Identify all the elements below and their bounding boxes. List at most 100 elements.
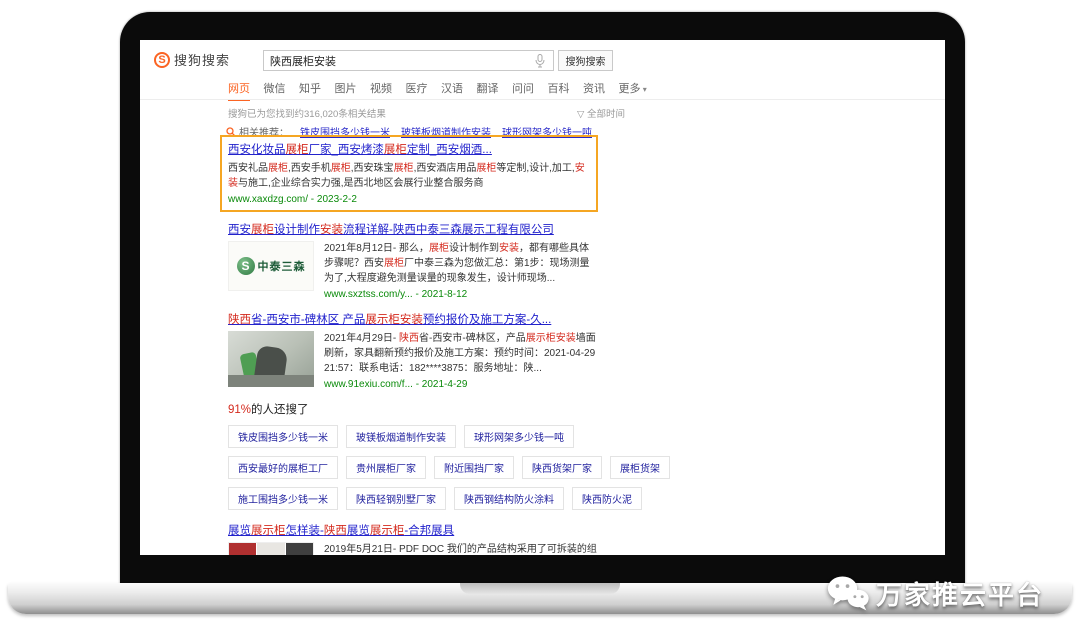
result-body: 西安礼品展柜,西安手机展柜,西安珠宝展柜,西安酒店用品展柜等定制,设计,加工,安… [228, 161, 590, 205]
related-search-chip[interactable]: 施工围挡多少钱一米 [228, 487, 338, 510]
chevron-down-icon: ▾ [641, 85, 647, 94]
result-thumbnail-photo[interactable] [228, 331, 314, 387]
tab-translate[interactable]: 翻译 [477, 80, 499, 96]
search-input[interactable] [264, 55, 535, 67]
related-search-chip[interactable]: 铁皮围挡多少钱一米 [228, 425, 338, 448]
result-body: S中泰三森2021年8月12日- 那么，展柜设计制作到安装，都有哪些具体步骤呢？… [228, 241, 598, 300]
text-segment: 设计制作到 [449, 243, 499, 254]
sogou-search-page: S 搜狗搜索 搜狗搜索 网页微信知乎图片视频医疗汉语翻译问问百科资讯更多 ▾ [140, 40, 945, 555]
tab-webpage[interactable]: 网页 [228, 80, 250, 96]
related-search-chip[interactable]: 球形网架多少钱一吨 [464, 425, 574, 448]
keyword-highlight: 展柜 [384, 144, 407, 156]
tab-medical[interactable]: 医疗 [406, 80, 428, 96]
text-segment: 省-西安市-碑林区 产品 [251, 314, 365, 326]
result-url[interactable]: www.xaxdzg.com/ - 2023-2-2 [228, 194, 590, 205]
result-thumbnail-logo[interactable]: S中泰三森 [228, 241, 314, 291]
time-filter-label: 全部时间 [587, 109, 625, 120]
text-segment: 流程详解-陕西中泰三森展示工程有限公司 [343, 224, 554, 236]
related-search-chip[interactable]: 玻镁板烟道制作安装 [346, 425, 456, 448]
keyword-highlight: 展示柜安装 [526, 333, 576, 344]
company-logo-icon: S [237, 257, 255, 275]
result-text: 2019年5月21日- PDF DOC 我们的产品结构采用了可拆装的组合方式，同… [324, 542, 598, 555]
tab-zhihu[interactable]: 知乎 [299, 80, 321, 96]
results-top: 西安化妆品展柜厂家_西安烤漆展柜定制_西安烟酒...西安礼品展柜,西安手机展柜,… [220, 135, 598, 390]
result-count: 搜狗已为您找到约316,020条相关结果 [228, 106, 386, 120]
nav-tabs: 网页微信知乎图片视频医疗汉语翻译问问百科资讯更多 ▾ [228, 80, 647, 96]
result-description: 2021年8月12日- 那么，展柜设计制作到安装，都有哪些具体步骤呢？西安展柜厂… [324, 241, 598, 286]
related-search-chip[interactable]: 陕西货架厂家 [522, 456, 602, 479]
photo-shape [228, 375, 314, 387]
result-text: 2021年4月29日- 陕西省-西安市-碑林区，产品展示柜安装墙面刷新，家具翻新… [324, 331, 598, 390]
text-segment: 西安 [228, 224, 251, 236]
text-segment: -合邦展具 [404, 525, 454, 537]
result-url[interactable]: www.sxztss.com/y... - 2021-8-12 [324, 289, 598, 300]
related-search-chip[interactable]: 贵州展柜厂家 [346, 456, 426, 479]
search-header: S 搜狗搜索 [154, 50, 230, 69]
related-search-chip[interactable]: 附近围挡厂家 [434, 456, 514, 479]
result-thumb-wrap [228, 542, 314, 555]
tab-weixin[interactable]: 微信 [264, 80, 286, 96]
text-segment: 省-西安市-碑林区，产品 [419, 333, 526, 344]
text-segment: 2019年5月21日- PDF DOC 我们的产品结构采用了可拆装的组合方式，同… [324, 544, 597, 555]
result-title-link[interactable]: 展览展示柜怎样装-陕西展览展示柜-合邦展具 [228, 522, 598, 538]
sogou-logo[interactable]: S 搜狗搜索 [154, 50, 230, 69]
time-filter[interactable]: ▽ 全部时间 [577, 106, 625, 120]
nav-divider [140, 99, 945, 100]
keyword-highlight: 展示柜 [370, 525, 405, 537]
result-text: 2021年8月12日- 那么，展柜设计制作到安装，都有哪些具体步骤呢？西安展柜厂… [324, 241, 598, 300]
result-body: 2021年4月29日- 陕西省-西安市-碑林区，产品展示柜安装墙面刷新，家具翻新… [228, 331, 598, 390]
keyword-highlight: 展柜 [394, 163, 414, 174]
tab-images[interactable]: 图片 [335, 80, 357, 96]
text-segment: 展览 [347, 525, 370, 537]
text-segment: ,西安手机 [288, 163, 331, 174]
text-segment: 等定制,设计,加工, [496, 163, 574, 174]
laptop-screen-bezel: S 搜狗搜索 搜狗搜索 网页微信知乎图片视频医疗汉语翻译问问百科资讯更多 ▾ [120, 12, 965, 585]
keyword-highlight: 展柜 [331, 163, 351, 174]
tab-more[interactable]: 更多 ▾ [619, 80, 647, 96]
chip-row-0: 铁皮围挡多少钱一米玻镁板烟道制作安装球形网架多少钱一吨 [228, 425, 598, 448]
result-title-link[interactable]: 西安化妆品展柜厂家_西安烤漆展柜定制_西安烟酒... [228, 141, 590, 157]
keyword-highlight: 展示柜安装 [365, 314, 423, 326]
text-segment: 展览 [228, 525, 251, 537]
collage-tile [286, 543, 313, 555]
related-search-chip[interactable]: 陕西防火泥 [572, 487, 642, 510]
also-searched-chips: 铁皮围挡多少钱一米玻镁板烟道制作安装球形网架多少钱一吨西安最好的展柜工厂贵州展柜… [228, 425, 598, 510]
collage-tile [257, 543, 284, 555]
result-thumb-wrap [228, 331, 314, 390]
keyword-highlight: 展柜 [476, 163, 496, 174]
result-title-link[interactable]: 西安展柜设计制作安装流程详解-陕西中泰三森展示工程有限公司 [228, 221, 598, 237]
search-box [263, 50, 554, 71]
tab-video[interactable]: 视频 [370, 80, 392, 96]
text-segment: 设计制作 [274, 224, 320, 236]
result-description: 西安礼品展柜,西安手机展柜,西安珠宝展柜,西安酒店用品展柜等定制,设计,加工,安… [228, 161, 590, 191]
keyword-highlight: 展柜 [384, 258, 404, 269]
text-segment: 怎样装- [286, 525, 324, 537]
search-button[interactable]: 搜狗搜索 [558, 50, 613, 71]
mic-icon[interactable] [535, 54, 545, 68]
keyword-highlight: 安装 [499, 243, 519, 254]
result-url[interactable]: www.91exiu.com/f... - 2021-4-29 [324, 379, 598, 390]
search-result-1: 西安化妆品展柜厂家_西安烤漆展柜定制_西安烟酒...西安礼品展柜,西安手机展柜,… [220, 135, 598, 212]
related-search-chip[interactable]: 展柜货架 [610, 456, 670, 479]
search-result-3: 陕西省-西安市-碑林区 产品展示柜安装预约报价及施工方案-久... 2021年4月… [228, 311, 598, 390]
text-segment: 西安化妆品 [228, 144, 286, 156]
related-search-chip[interactable]: 陕西轻钢别墅厂家 [346, 487, 446, 510]
text-segment: 西安礼品 [228, 163, 268, 174]
collage-tile [229, 543, 256, 555]
keyword-highlight: 陕西 [399, 333, 419, 344]
tab-hanyu[interactable]: 汉语 [441, 80, 463, 96]
related-search-chip[interactable]: 西安最好的展柜工厂 [228, 456, 338, 479]
chip-row-2: 施工围挡多少钱一米陕西轻钢别墅厂家陕西钢结构防火涂料陕西防火泥 [228, 487, 598, 510]
laptop-base-notch [460, 583, 620, 594]
also-searched-section: 91%的人还搜了 铁皮围挡多少钱一米玻镁板烟道制作安装球形网架多少钱一吨西安最好… [228, 401, 598, 510]
result-thumbnail-collage[interactable] [228, 542, 314, 555]
text-segment: 安 [374, 258, 384, 269]
result-title-link[interactable]: 陕西省-西安市-碑林区 产品展示柜安装预约报价及施工方案-久... [228, 311, 598, 327]
tab-baike[interactable]: 百科 [548, 80, 570, 96]
related-search-chip[interactable]: 陕西钢结构防火涂料 [454, 487, 564, 510]
tab-news[interactable]: 资讯 [583, 80, 605, 96]
keyword-highlight: 陕西 [228, 314, 251, 326]
search-result-2: 西安展柜设计制作安装流程详解-陕西中泰三森展示工程有限公司S中泰三森2021年8… [228, 221, 598, 300]
also-searched-rest: 的人还搜了 [251, 404, 309, 416]
tab-wenwen[interactable]: 问问 [512, 80, 534, 96]
